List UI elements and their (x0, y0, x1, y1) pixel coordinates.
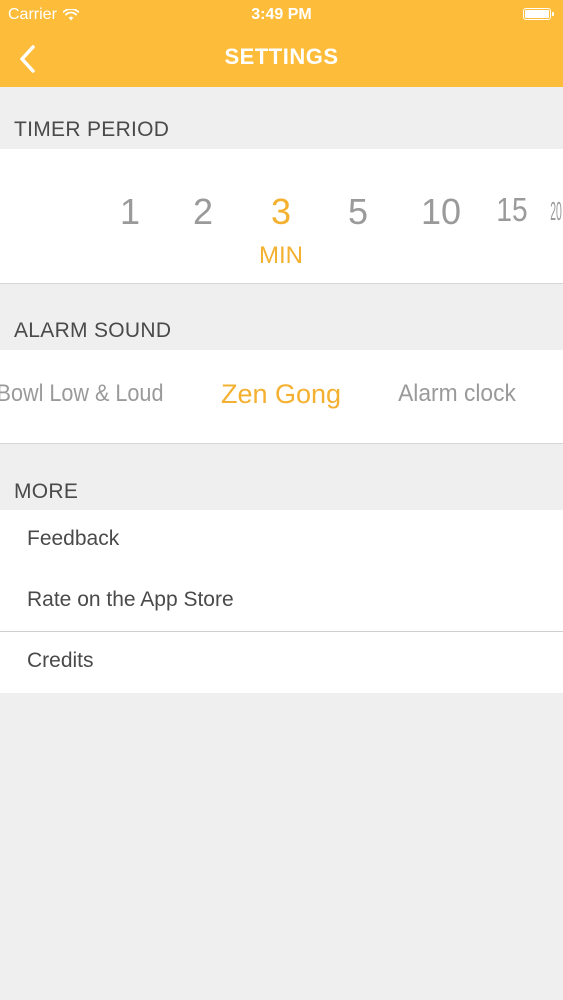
divider (0, 443, 563, 444)
timer-option-1[interactable]: 1 (120, 191, 140, 233)
more-list: Feedback Rate on the App Store Credits (0, 510, 563, 693)
status-bar: Carrier 3:49 PM (0, 0, 563, 30)
list-item-label: Feedback (27, 527, 120, 550)
nav-bar: SETTINGS (0, 30, 563, 87)
timer-option-10[interactable]: 10 (421, 191, 461, 233)
list-item-label: Rate on the App Store (27, 588, 234, 611)
list-item-feedback[interactable]: Feedback (0, 510, 563, 571)
divider (0, 283, 563, 284)
sound-option-zen-gong[interactable]: Zen Gong (221, 379, 341, 410)
list-item-credits[interactable]: Credits (0, 632, 563, 693)
alarm-sound-header: ALARM SOUND (14, 319, 172, 342)
list-item-rate-app-store[interactable]: Rate on the App Store (0, 571, 563, 632)
timer-option-15[interactable]: 15 (496, 191, 527, 229)
timer-option-5[interactable]: 5 (348, 191, 368, 233)
timer-picker[interactable]: 1 2 3 5 10 15 20 MIN (0, 149, 563, 284)
header: Carrier 3:49 PM SETTINGS (0, 0, 563, 87)
settings-screen: Carrier 3:49 PM SETTINGS TIMER PERIOD 1 … (0, 0, 563, 1000)
more-header: MORE (14, 480, 79, 503)
timer-option-2[interactable]: 2 (193, 191, 213, 233)
list-item-label: Credits (27, 649, 94, 672)
sound-option-bowl-low-loud[interactable]: Bowl Low & Loud (0, 380, 163, 408)
timer-option-20[interactable]: 20 (550, 196, 562, 227)
timer-period-header: TIMER PERIOD (14, 118, 170, 141)
sound-option-alarm-clock[interactable]: Alarm clock (398, 380, 516, 408)
page-title: SETTINGS (224, 44, 339, 69)
alarm-sound-picker[interactable]: Bowl Low & Loud Zen Gong Alarm clock (0, 350, 563, 444)
battery-icon (523, 8, 554, 20)
timer-option-3[interactable]: 3 (271, 191, 291, 233)
status-time: 3:49 PM (251, 6, 312, 23)
timer-unit-label: MIN (259, 242, 303, 269)
